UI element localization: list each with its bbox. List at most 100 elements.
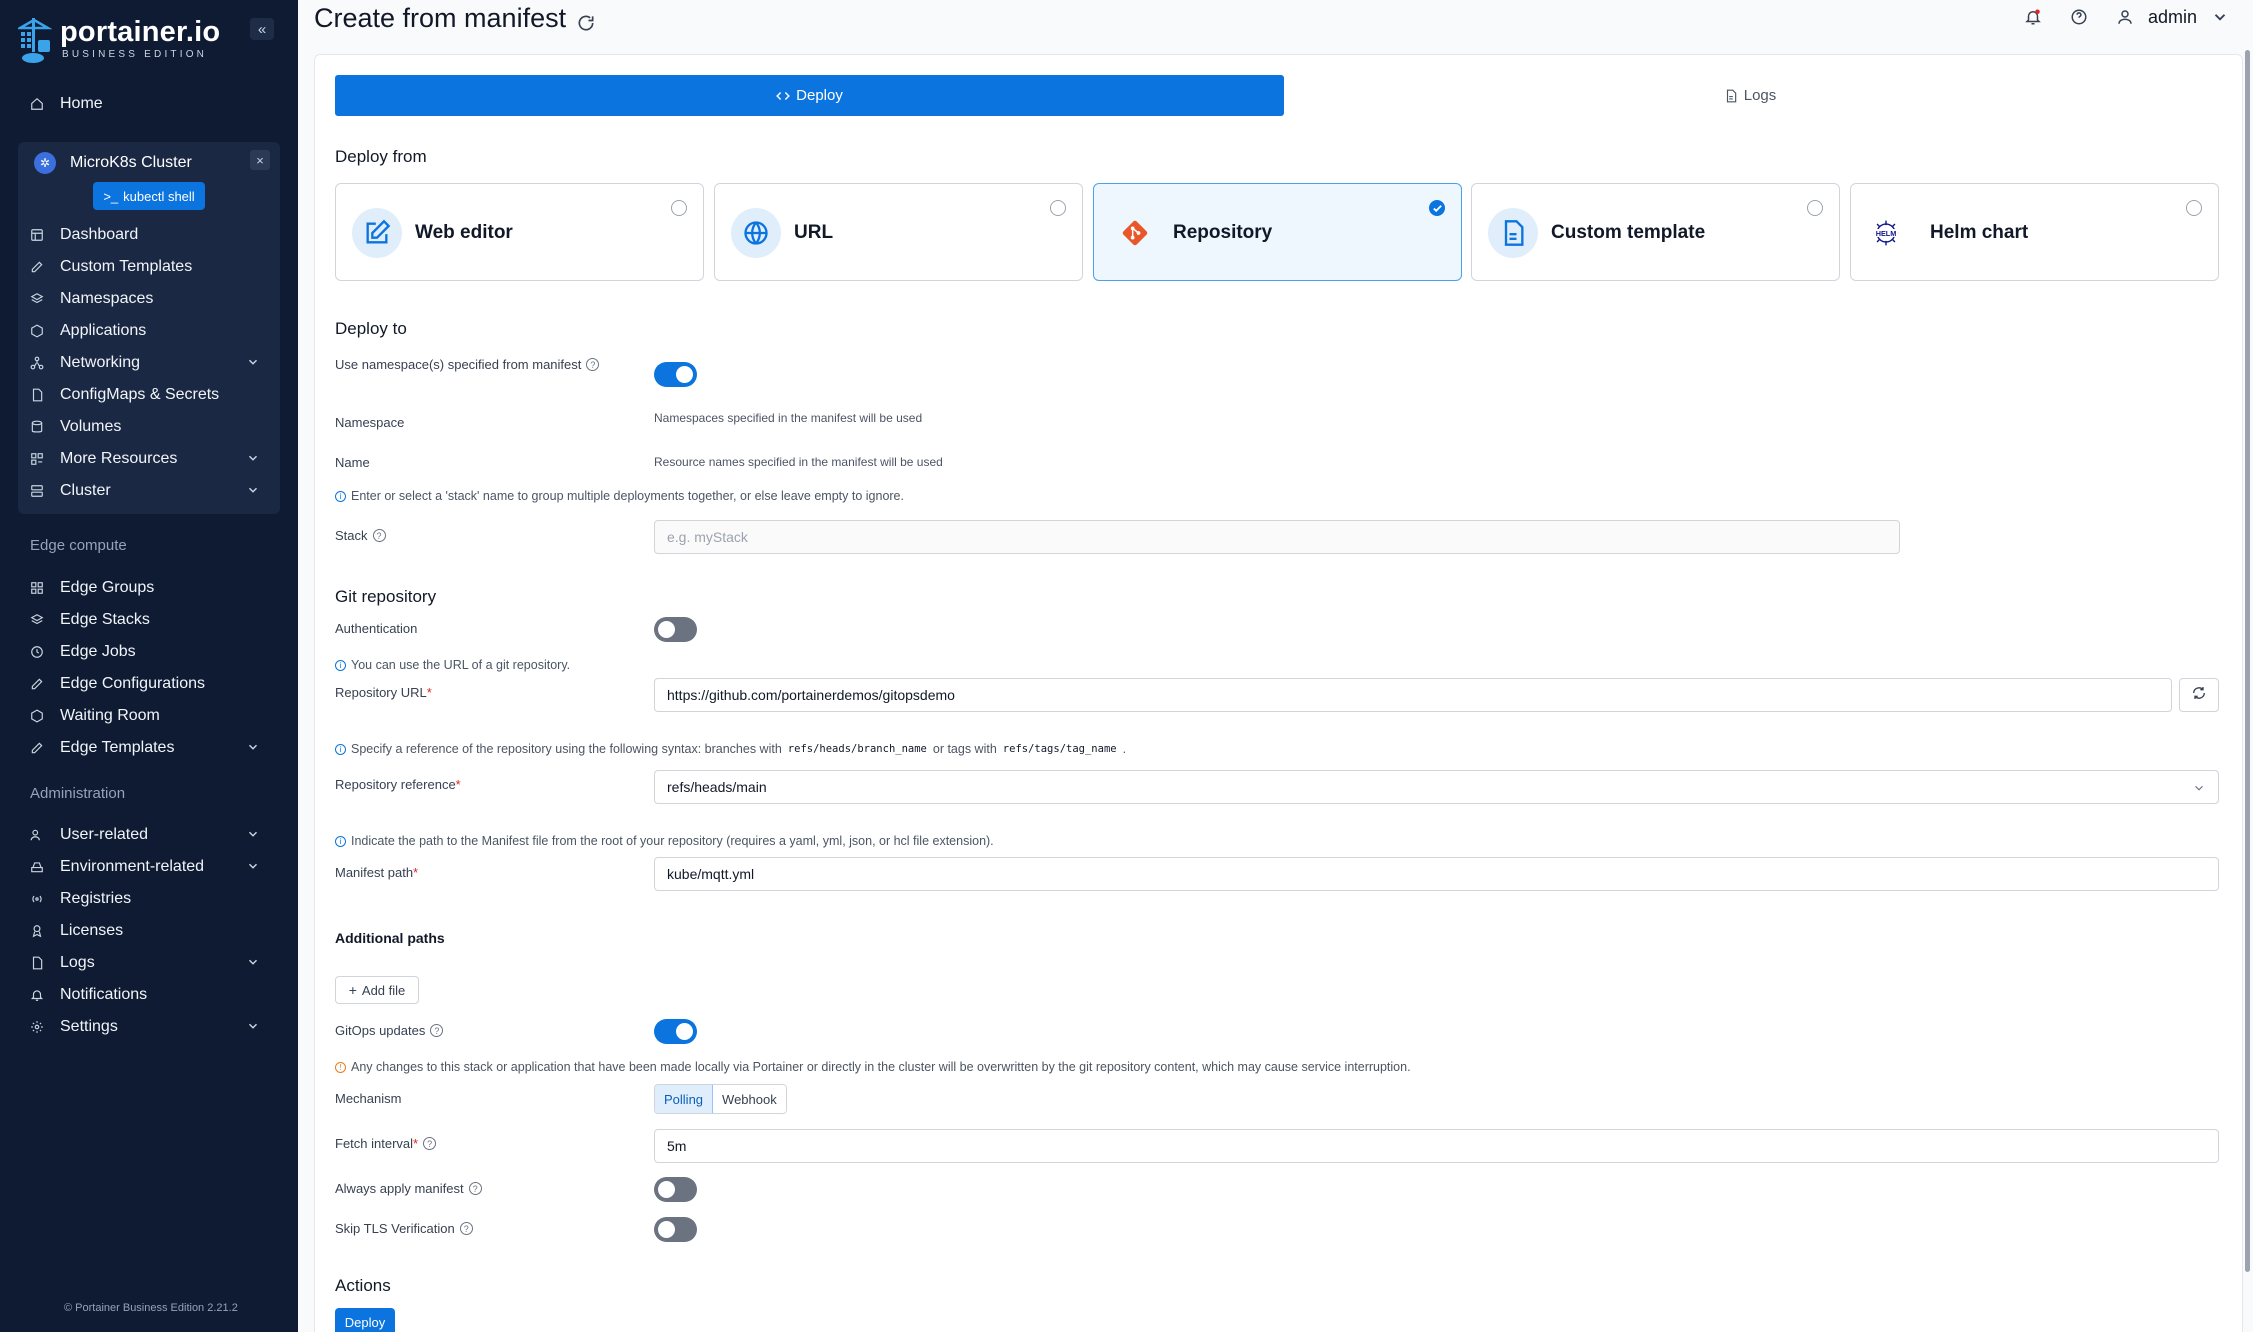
sidebar-item-applications[interactable]: Applications xyxy=(30,318,270,344)
globe-icon xyxy=(731,208,781,258)
portainer-logo[interactable]: portainer.io BUSINESS EDITION xyxy=(15,16,221,64)
option-radio[interactable] xyxy=(1050,200,1066,216)
environment-name: MicroK8s Cluster xyxy=(70,154,192,171)
sidebar-item-label: Environment-related xyxy=(60,858,205,875)
sidebar-item-label: Notifications xyxy=(60,986,148,1003)
sidebar-item-custom-templates[interactable]: Custom Templates xyxy=(30,254,270,280)
sidebar-item-user-related[interactable]: User-related xyxy=(30,822,270,848)
mechanism-polling-button[interactable]: Polling xyxy=(655,1085,714,1113)
option-radio[interactable] xyxy=(671,200,687,216)
skip-tls-toggle[interactable] xyxy=(654,1217,697,1242)
sidebar-item-edge-stacks[interactable]: Edge Stacks xyxy=(30,607,270,633)
sidebar-item-waiting-room[interactable]: Waiting Room xyxy=(30,703,270,729)
sidebar-item-label: Namespaces xyxy=(60,290,154,307)
sidebar-item-namespaces[interactable]: Namespaces xyxy=(30,286,270,312)
deploy-button[interactable]: Deploy xyxy=(335,1308,395,1332)
sidebar-item-home[interactable]: Home xyxy=(30,91,270,117)
brand-name: portainer.io xyxy=(60,16,221,48)
sidebar-item-cluster[interactable]: Cluster xyxy=(30,478,270,504)
option-radio[interactable] xyxy=(2186,200,2202,216)
repository-url-input[interactable]: https://github.com/portainerdemos/gitops… xyxy=(654,678,2172,712)
name-label: Name xyxy=(335,455,370,470)
users-icon xyxy=(30,828,44,842)
administration-heading: Administration xyxy=(30,785,126,802)
collapse-sidebar-button[interactable]: « xyxy=(250,18,274,40)
sidebar-item-dashboard[interactable]: Dashboard xyxy=(30,222,270,248)
option-radio[interactable] xyxy=(1807,200,1823,216)
sidebar-item-edge-jobs[interactable]: Edge Jobs xyxy=(30,639,270,665)
option-custom-template[interactable]: Custom template xyxy=(1471,183,1840,281)
sidebar-item-label: Licenses xyxy=(60,922,124,939)
option-label: Web editor xyxy=(415,222,513,243)
edge-compute-heading: Edge compute xyxy=(30,537,127,554)
tab-deploy[interactable]: Deploy xyxy=(335,75,1284,116)
user-menu[interactable]: admin xyxy=(2116,4,2229,30)
edit-icon xyxy=(30,741,44,755)
close-environment-button[interactable]: × xyxy=(250,150,270,170)
refresh-icon[interactable] xyxy=(576,9,596,31)
chevron-down-icon xyxy=(246,827,260,841)
sidebar-item-registries[interactable]: Registries xyxy=(30,886,270,912)
file-lock-icon xyxy=(30,388,44,402)
sidebar-item-edge-configurations[interactable]: Edge Configurations xyxy=(30,671,270,697)
git-repository-heading: Git repository xyxy=(335,587,437,606)
sidebar-item-networking[interactable]: Networking xyxy=(30,350,270,376)
sidebar-item-configmaps-secrets[interactable]: ConfigMaps & Secrets xyxy=(30,382,270,408)
authentication-toggle[interactable] xyxy=(654,617,697,642)
help-icon[interactable]: ? xyxy=(372,529,386,542)
fetch-interval-label: Fetch interval *? xyxy=(335,1136,437,1151)
sidebar-item-settings[interactable]: Settings xyxy=(30,1014,270,1040)
fetch-interval-input[interactable]: 5m xyxy=(654,1129,2219,1163)
sidebar-item-edge-groups[interactable]: Edge Groups xyxy=(30,575,270,601)
mechanism-selector: Polling Webhook xyxy=(654,1084,787,1114)
option-repository[interactable]: Repository xyxy=(1093,183,1462,281)
gitops-updates-toggle[interactable] xyxy=(654,1019,697,1044)
chevron-down-icon xyxy=(246,740,260,754)
help-button[interactable] xyxy=(2070,4,2088,30)
hard-drive-icon xyxy=(30,860,44,874)
help-icon[interactable]: ? xyxy=(468,1182,482,1195)
sidebar-item-edge-templates[interactable]: Edge Templates xyxy=(30,735,270,761)
sidebar-item-environment-related[interactable]: Environment-related xyxy=(30,854,270,880)
help-icon[interactable]: ? xyxy=(430,1024,444,1037)
sidebar-item-logs[interactable]: Logs xyxy=(30,950,270,976)
user-icon xyxy=(2116,8,2134,26)
chevron-down-icon xyxy=(246,955,260,969)
stack-input[interactable]: e.g. myStack xyxy=(654,520,1900,554)
chevron-down-icon xyxy=(246,355,260,369)
svg-text:HELM: HELM xyxy=(1876,229,1897,238)
option-url[interactable]: URL xyxy=(714,183,1083,281)
network-icon xyxy=(30,356,44,370)
kubectl-shell-button[interactable]: >_ kubectl shell xyxy=(93,182,205,210)
sidebar-item-label: Edge Templates xyxy=(60,739,175,756)
option-radio-checked[interactable] xyxy=(1429,200,1445,216)
brand-edition: BUSINESS EDITION xyxy=(62,49,208,60)
option-helm-chart[interactable]: HELM Helm chart xyxy=(1850,183,2219,281)
help-icon[interactable]: ? xyxy=(423,1137,437,1150)
scrollbar[interactable] xyxy=(2245,50,2250,1272)
option-label: URL xyxy=(794,222,834,243)
layers-icon xyxy=(30,613,44,627)
always-apply-toggle[interactable] xyxy=(654,1177,697,1202)
tab-logs[interactable]: Logs xyxy=(1700,75,1800,116)
sidebar-item-volumes[interactable]: Volumes xyxy=(30,414,270,440)
bell-icon xyxy=(30,988,44,1002)
sidebar-item-label: Cluster xyxy=(60,482,111,499)
warning-icon: ! xyxy=(335,1061,346,1073)
sidebar-item-notifications[interactable]: Notifications xyxy=(30,982,270,1008)
use-namespace-toggle[interactable] xyxy=(654,362,697,387)
help-icon[interactable]: ? xyxy=(586,358,600,371)
notifications-button[interactable] xyxy=(2024,4,2042,30)
option-web-editor[interactable]: Web editor xyxy=(335,183,704,281)
sidebar-item-more-resources[interactable]: More Resources xyxy=(30,446,270,472)
refresh-repository-button[interactable] xyxy=(2179,678,2219,712)
add-file-button[interactable]: + Add file xyxy=(335,976,419,1004)
sidebar-item-licenses[interactable]: Licenses xyxy=(30,918,270,944)
mechanism-webhook-button[interactable]: Webhook xyxy=(713,1085,786,1113)
gear-icon xyxy=(30,1020,44,1034)
help-icon[interactable]: ? xyxy=(459,1222,473,1235)
repository-reference-select[interactable]: refs/heads/main xyxy=(654,770,2219,804)
manifest-path-input[interactable]: kube/mqtt.yml xyxy=(654,857,2219,891)
home-icon xyxy=(30,97,44,111)
repository-reference-info: i Specify a reference of the repository … xyxy=(335,742,1126,756)
